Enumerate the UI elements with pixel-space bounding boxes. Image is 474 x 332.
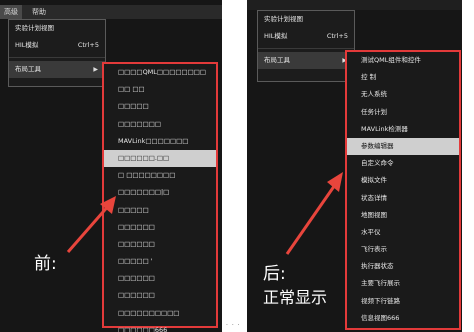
right-submenu-item[interactable]: 地图视图 — [347, 207, 459, 224]
separator-dots: · · · — [226, 322, 241, 329]
layout-tools-label: 布局工具 — [264, 56, 290, 64]
menu-item-plan-view[interactable]: 实验计划视图 — [9, 20, 105, 37]
left-submenu-item[interactable]: □□□□□□ — [104, 270, 216, 287]
left-submenu-item[interactable]: □□□□□□□ — [104, 116, 216, 133]
right-submenu-item[interactable]: 水平仪 — [347, 224, 459, 241]
before-label: 前: — [34, 254, 57, 274]
hil-label: HIL模拟 — [264, 32, 288, 40]
red-arrow-icon — [285, 172, 343, 255]
after-screenshot: 实验计划视图 HIL模拟 Ctrl+5 布局工具 ▶ 测试QML组件和控件控 制… — [247, 0, 462, 332]
left-submenu-item[interactable]: □□□□□ — [104, 98, 216, 115]
menu-item-plan-view[interactable]: 实验计划视图 — [258, 11, 354, 28]
left-submenu-item[interactable]: □□□□□□ — [104, 287, 216, 304]
right-submenu-item[interactable]: 状态详情 — [347, 190, 459, 207]
before-screenshot: 高级 帮助 实验计划视图 HIL模拟 Ctrl+5 布局工具 ▶ □□□□QML… — [0, 0, 222, 332]
right-submenu-item[interactable]: 飞行表示 — [347, 241, 459, 258]
right-submenu-item[interactable]: 执行器状态 — [347, 258, 459, 275]
menu-item-layout-tools[interactable]: 布局工具 ▶ — [258, 52, 354, 69]
left-submenu-item[interactable]: □□ □□ — [104, 81, 216, 98]
right-submenu-item[interactable]: 模拟文件 — [347, 172, 459, 189]
menu-item-layout-tools[interactable]: 布局工具 ▶ — [9, 61, 105, 78]
left-submenu-item[interactable]: □ □□□□□□□□ — [104, 167, 216, 184]
right-submenu-item[interactable]: MAVLink检测器 — [347, 121, 459, 138]
left-submenu-item[interactable]: □□□□QML□□□□□□□□ — [104, 64, 216, 81]
submenu-arrow-icon: ▶ — [93, 66, 98, 73]
right-submenu-item[interactable]: 任务计划 — [347, 104, 459, 121]
menu-bar: 高级 帮助 — [0, 5, 222, 19]
advanced-menu: 实验计划视图 HIL模拟 Ctrl+5 布局工具 ▶ — [8, 19, 106, 87]
hil-label: HIL模拟 — [15, 41, 39, 49]
right-submenu-item[interactable]: 自定义命令 — [347, 155, 459, 172]
right-submenu-item[interactable]: 控 制 — [347, 69, 459, 86]
menu-item-hil[interactable]: HIL模拟 Ctrl+5 — [9, 37, 105, 54]
menu-advanced[interactable]: 高级 — [0, 5, 22, 19]
hil-shortcut: Ctrl+5 — [77, 41, 99, 49]
menu-separator — [9, 57, 105, 58]
after-normal-display-label: 正常显示 — [263, 288, 328, 307]
left-submenu-item[interactable]: □□□□□□666 — [104, 322, 216, 332]
right-submenu-item[interactable]: 视频下行链路 — [347, 293, 459, 310]
menu-item-hil[interactable]: HIL模拟 Ctrl+5 — [258, 28, 354, 45]
menu-help[interactable]: 帮助 — [28, 5, 50, 19]
right-submenu-item[interactable]: 参数编辑器 — [347, 137, 459, 156]
top-strip — [247, 0, 462, 10]
menu-separator — [258, 48, 354, 49]
layout-tools-label: 布局工具 — [15, 65, 41, 73]
right-submenu-item[interactable]: 测试QML组件和控件 — [347, 52, 459, 69]
right-submenu-item[interactable]: 信息视图666 — [347, 310, 459, 327]
right-submenu-item[interactable]: 无人系统 — [347, 86, 459, 103]
left-submenu-item[interactable]: □□□□□□□□□□ — [104, 305, 216, 322]
right-submenu-item[interactable]: 主要飞行展示 — [347, 275, 459, 292]
layout-tools-submenu-after: 测试QML组件和控件控 制无人系统 任务计划 MAVLink检测器 参数编辑器 自定义命… — [345, 50, 461, 330]
after-label: 后: — [263, 264, 286, 284]
hil-shortcut: Ctrl+5 — [326, 32, 348, 40]
red-arrow-icon — [66, 196, 116, 253]
left-submenu-item[interactable]: □□□□□□.□□ — [104, 149, 216, 168]
left-submenu-item[interactable]: MAVLink□□□□□□□ — [104, 133, 216, 150]
advanced-menu-after: 实验计划视图 HIL模拟 Ctrl+5 布局工具 ▶ — [257, 10, 355, 82]
